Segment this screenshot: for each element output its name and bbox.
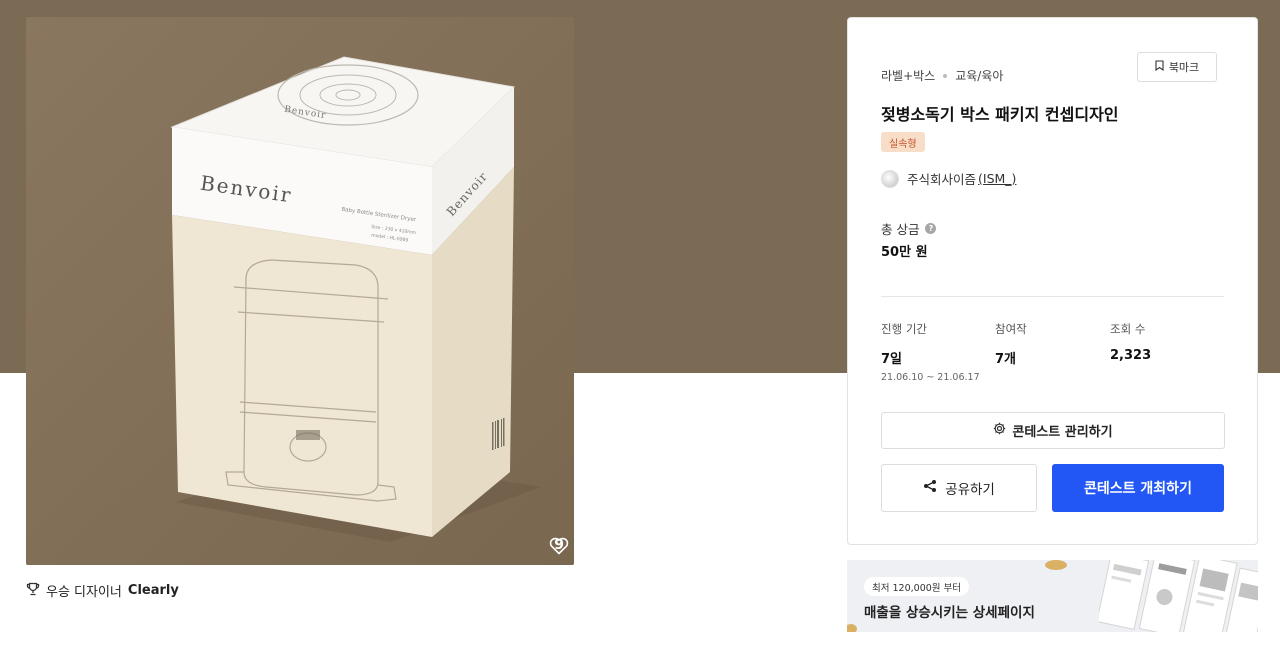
host-name: 주식회사이즘 xyxy=(907,172,977,187)
winner-name[interactable]: Clearly xyxy=(128,583,179,598)
category-sub[interactable]: 교육/육아 xyxy=(955,67,1003,84)
manage-contest-label: 콘테스트 관리하기 xyxy=(1012,425,1113,440)
bookmark-button[interactable]: 북마크 xyxy=(1137,52,1217,82)
promo-banner[interactable]: 최저 120,000원 부터 매출을 상승시키는 상세페이지 xyxy=(847,560,1258,632)
stat-value: 2,323 xyxy=(1110,348,1152,363)
contest-info-card: 라벨+박스 교육/육아 북마크 젖병소독기 박스 패키지 컨셉디자인 실속형 주… xyxy=(847,17,1258,545)
promo-headline: 매출을 상승시키는 상세페이지 xyxy=(864,605,1035,621)
help-icon[interactable]: ? xyxy=(925,223,937,234)
winner-label: 우승 디자이너 xyxy=(46,585,122,600)
stat-duration: 진행 기간 7일 21.06.10 ~ 21.06.17 xyxy=(881,321,980,383)
stat-value: 7일 xyxy=(881,352,903,367)
bookmark-icon xyxy=(1155,60,1164,74)
gear-icon xyxy=(993,422,1006,439)
stat-label: 조회 수 xyxy=(1110,322,1146,336)
product-box-illustration xyxy=(26,17,574,565)
share-button[interactable]: 공유하기 xyxy=(881,464,1037,512)
share-label: 공유하기 xyxy=(945,482,995,498)
detail-page-thumbnails xyxy=(1099,560,1258,632)
stat-value: 7개 xyxy=(995,352,1017,367)
category-main[interactable]: 라벨+박스 xyxy=(881,67,935,84)
host-info[interactable]: 주식회사이즘 (ISM_) xyxy=(881,169,1016,188)
breadcrumb: 라벨+박스 교육/육아 xyxy=(881,67,1003,84)
plan-badge: 실속형 xyxy=(881,132,925,152)
trophy-icon xyxy=(26,582,40,600)
stat-entries: 참여작 7개 xyxy=(995,321,1027,367)
host-avatar xyxy=(881,169,899,188)
prize-value: 50만 원 xyxy=(881,245,928,260)
stat-views: 조회 수 2,323 xyxy=(1110,321,1151,363)
bookmark-label: 북마크 xyxy=(1168,61,1200,74)
separator-dot xyxy=(943,73,948,78)
stat-date-range: 21.06.10 ~ 21.06.17 xyxy=(881,372,980,383)
contest-title: 젖병소독기 박스 패키지 컨셉디자인 xyxy=(881,105,1119,124)
divider xyxy=(881,296,1224,297)
winner-designer: 우승 디자이너 Clearly xyxy=(26,581,179,600)
prize-label-text: 총 상금 xyxy=(881,222,920,237)
host-contest-button[interactable]: 콘테스트 개최하기 xyxy=(1052,464,1224,512)
promo-price-pill: 최저 120,000원 부터 xyxy=(864,577,970,596)
stat-label: 진행 기간 xyxy=(881,322,927,336)
decor-coin xyxy=(847,624,857,632)
manage-contest-button[interactable]: 콘테스트 관리하기 xyxy=(881,412,1225,449)
stat-label: 참여작 xyxy=(995,322,1027,336)
like-button[interactable]: 9 xyxy=(549,537,569,555)
prize-label: 총 상금 ? xyxy=(881,219,937,238)
share-icon xyxy=(923,479,937,497)
host-handle[interactable]: (ISM_) xyxy=(978,171,1016,186)
decor-coin xyxy=(1045,560,1067,570)
product-image[interactable]: Benvoir Benvoir Benvoir Baby Bottle Ster… xyxy=(26,17,574,565)
